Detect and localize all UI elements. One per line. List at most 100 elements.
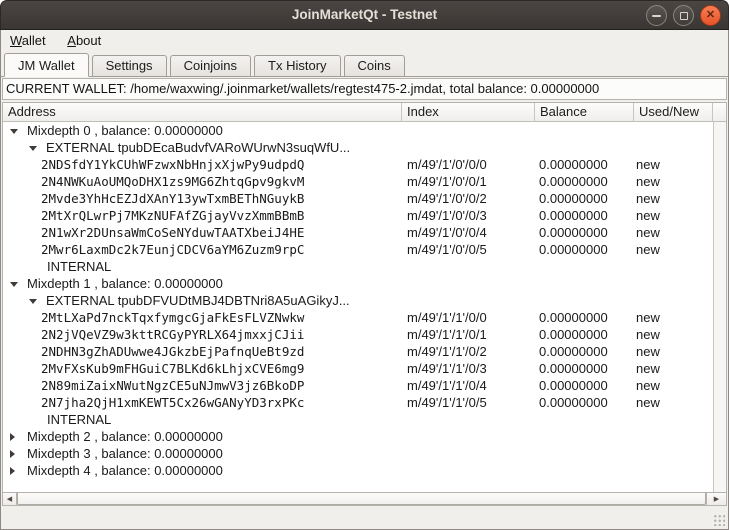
index-cell: m/49'/1'/1'/0/1 (407, 326, 487, 343)
current-wallet-banner: CURRENT WALLET: /home/waxwing/.joinmarke… (2, 78, 727, 100)
branch-label: Mixdepth 0 , balance: 0.00000000 (27, 122, 223, 139)
index-cell: m/49'/1'/0'/0/1 (407, 173, 487, 190)
scroll-left-icon: ◀ (7, 495, 12, 503)
address-cell: 2MtLXaPd7nckTqxfymgcGjaFkEsFLVZNwkw (41, 309, 304, 326)
address-row[interactable]: 2NDHN3gZhADUwwe4JGkzbEjPafnqUeBt9zdm/49'… (3, 343, 713, 360)
balance-cell: 0.00000000 (539, 224, 608, 241)
horizontal-scrollbar[interactable]: ◀ ▶ (3, 492, 726, 505)
tree-branch-row[interactable]: Mixdepth 0 , balance: 0.00000000 (3, 122, 713, 139)
tree-section-row[interactable]: INTERNAL (3, 411, 713, 428)
index-cell: m/49'/1'/0'/0/4 (407, 224, 487, 241)
titlebar[interactable]: JoinMarketQt - Testnet ✕ (0, 0, 729, 30)
branch-label: EXTERNAL tpubDEcaBudvfVARoWUrwN3suqWfU..… (46, 139, 350, 156)
address-cell: 2N1wXr2DUnsaWmCoSeNYduwTAATXbeiJ4HE (41, 224, 304, 241)
window-body: Wallet About JM Wallet Settings Coinjoin… (0, 30, 729, 530)
horizontal-scrollbar-thumb[interactable] (17, 493, 706, 505)
resize-grip[interactable] (712, 513, 725, 526)
column-header-used-new[interactable]: Used/New (634, 103, 713, 121)
maximize-button[interactable] (673, 5, 694, 26)
collapse-arrow-icon[interactable] (29, 299, 37, 304)
tab-bar: JM Wallet Settings Coinjoins Tx History … (1, 53, 728, 77)
tree-branch-row[interactable]: Mixdepth 2 , balance: 0.00000000 (3, 428, 713, 445)
tree-branch-row[interactable]: Mixdepth 1 , balance: 0.00000000 (3, 275, 713, 292)
collapse-arrow-icon[interactable] (10, 129, 18, 134)
branch-label: Mixdepth 4 , balance: 0.00000000 (27, 462, 223, 479)
address-row[interactable]: 2MtXrQLwrPj7MKzNUFAfZGjayVvzXmmBBmBm/49'… (3, 207, 713, 224)
column-header-address[interactable]: Address (3, 103, 402, 121)
scroll-left-button[interactable]: ◀ (3, 493, 17, 505)
address-cell: 2N2jVQeVZ9w3kttRCGyPYRLX64jmxxjCJii (41, 326, 304, 343)
address-row[interactable]: 2MtLXaPd7nckTqxfymgcGjaFkEsFLVZNwkw m/49'… (3, 309, 713, 326)
address-row[interactable]: 2N4NWKuAoUMQoDHX1zs9MG6ZhtqGpv9gkvM m/49'… (3, 173, 713, 190)
address-cell: 2N89miZaixNWutNgzCE5uNJmwV3jz6BkoDP (41, 377, 304, 394)
section-label: INTERNAL (47, 411, 111, 428)
minimize-button[interactable] (646, 5, 667, 26)
status-cell: new (636, 326, 660, 343)
index-cell: m/49'/1'/0'/0/5 (407, 241, 487, 258)
close-button[interactable]: ✕ (700, 5, 721, 26)
column-header-balance[interactable]: Balance (535, 103, 634, 121)
balance-cell: 0.00000000 (539, 394, 608, 411)
index-cell: m/49'/1'/1'/0/3 (407, 360, 487, 377)
maximize-icon (680, 12, 688, 20)
address-row[interactable]: 2Mwr6LaxmDc2k7EunjCDCV6aYM6Zuzm9rpC m/49'… (3, 241, 713, 258)
address-row[interactable]: 2N2jVQeVZ9w3kttRCGyPYRLX64jmxxjCJii m/49'… (3, 326, 713, 343)
index-cell: m/49'/1'/0'/0/2 (407, 190, 487, 207)
address-row[interactable]: 2N89miZaixNWutNgzCE5uNJmwV3jz6BkoDPm/49'… (3, 377, 713, 394)
expand-arrow-icon[interactable] (10, 433, 15, 441)
tab-tx-history[interactable]: Tx History (254, 55, 341, 76)
app-window: JoinMarketQt - Testnet ✕ Wallet About JM… (0, 0, 729, 530)
tree-rows: Mixdepth 0 , balance: 0.00000000EXTERNAL… (3, 122, 713, 479)
index-cell: m/49'/1'/1'/0/5 (407, 394, 487, 411)
expand-arrow-icon[interactable] (10, 467, 15, 475)
tab-jm-wallet[interactable]: JM Wallet (4, 53, 89, 77)
address-cell: 2Mvde3YhHcEZJdXAnY13ywTxmBEThNGuykB (41, 190, 304, 207)
scroll-right-button[interactable]: ▶ (706, 493, 726, 505)
tab-coins[interactable]: Coins (344, 55, 405, 76)
tree-header: Address Index Balance Used/New (3, 103, 726, 122)
menu-about[interactable]: About (58, 30, 110, 53)
status-cell: new (636, 377, 660, 394)
menu-wallet[interactable]: Wallet (1, 30, 55, 53)
collapse-arrow-icon[interactable] (29, 146, 37, 151)
address-row[interactable]: 2MvFXsKub9mFHGuiC7BLKd6kLhjxCVE6mg9m/49'… (3, 360, 713, 377)
address-row[interactable]: 2Mvde3YhHcEZJdXAnY13ywTxmBEThNGuykB m/49'… (3, 190, 713, 207)
address-row[interactable]: 2N7jha2QjH1xmKEWT5Cx26wGANyYD3rxPKc m/49'… (3, 394, 713, 411)
status-cell: new (636, 241, 660, 258)
status-cell: new (636, 360, 660, 377)
tree-branch-row[interactable]: EXTERNAL tpubDEcaBudvfVARoWUrwN3suqWfU..… (3, 139, 713, 156)
balance-cell: 0.00000000 (539, 326, 608, 343)
tree-branch-row[interactable]: Mixdepth 3 , balance: 0.00000000 (3, 445, 713, 462)
balance-cell: 0.00000000 (539, 156, 608, 173)
column-header-index[interactable]: Index (402, 103, 535, 121)
tree-section-row[interactable]: INTERNAL (3, 258, 713, 275)
tree-branch-row[interactable]: Mixdepth 4 , balance: 0.00000000 (3, 462, 713, 479)
tree-viewport: Mixdepth 0 , balance: 0.00000000EXTERNAL… (3, 122, 713, 492)
address-cell: 2N7jha2QjH1xmKEWT5Cx26wGANyYD3rxPKc (41, 394, 304, 411)
branch-label: Mixdepth 3 , balance: 0.00000000 (27, 445, 223, 462)
balance-cell: 0.00000000 (539, 173, 608, 190)
balance-cell: 0.00000000 (539, 241, 608, 258)
address-cell: 2NDHN3gZhADUwwe4JGkzbEjPafnqUeBt9zd (41, 343, 304, 360)
status-cell: new (636, 173, 660, 190)
vertical-scrollbar[interactable] (713, 122, 726, 492)
tab-settings[interactable]: Settings (92, 55, 167, 76)
scroll-right-icon: ▶ (714, 495, 719, 503)
expand-arrow-icon[interactable] (10, 450, 15, 458)
address-row[interactable]: 2NDSfdY1YkCUhWFzwxNbHnjxXjwPy9udpdQm/49'… (3, 156, 713, 173)
branch-label: EXTERNAL tpubDFVUDtMBJ4DBTNri8A5uAGikyJ.… (46, 292, 350, 309)
index-cell: m/49'/1'/1'/0/0 (407, 309, 487, 326)
address-cell: 2N4NWKuAoUMQoDHX1zs9MG6ZhtqGpv9gkvM (41, 173, 304, 190)
branch-label: Mixdepth 2 , balance: 0.00000000 (27, 428, 223, 445)
address-cell: 2Mwr6LaxmDc2k7EunjCDCV6aYM6Zuzm9rpC (41, 241, 304, 258)
tab-coinjoins[interactable]: Coinjoins (170, 55, 251, 76)
status-cell: new (636, 156, 660, 173)
status-cell: new (636, 343, 660, 360)
balance-cell: 0.00000000 (539, 360, 608, 377)
index-cell: m/49'/1'/0'/0/3 (407, 207, 487, 224)
address-row[interactable]: 2N1wXr2DUnsaWmCoSeNYduwTAATXbeiJ4HE m/49'… (3, 224, 713, 241)
balance-cell: 0.00000000 (539, 309, 608, 326)
collapse-arrow-icon[interactable] (10, 282, 18, 287)
window-title: JoinMarketQt - Testnet (1, 1, 728, 29)
tree-branch-row[interactable]: EXTERNAL tpubDFVUDtMBJ4DBTNri8A5uAGikyJ.… (3, 292, 713, 309)
